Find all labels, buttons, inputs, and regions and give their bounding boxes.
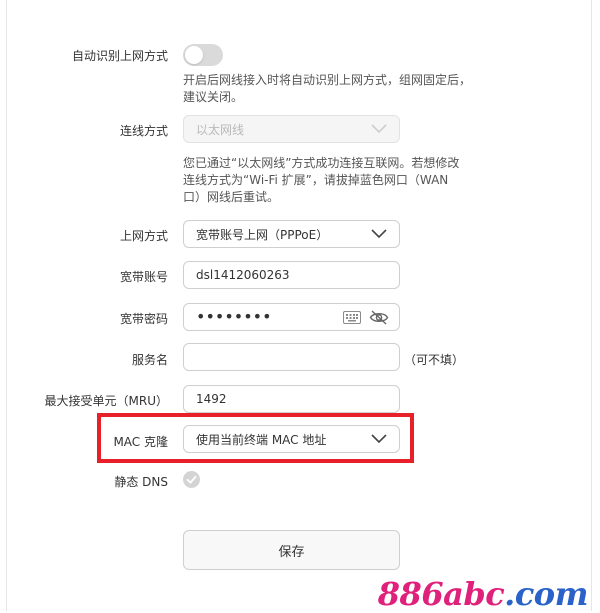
toggle-knob (185, 46, 203, 64)
connection-mode-label: 连线方式 (119, 124, 168, 138)
connection-mode-hint-line2: 连线方式为“Wi-Fi 扩展”，请拔掉蓝色网口（WAN (183, 173, 449, 187)
auto-detect-label: 自动识别上网方式 (71, 49, 168, 63)
internet-mode-select[interactable]: 宽带账号上网（PPPoE） (183, 220, 400, 248)
broadband-password-label: 宽带密码 (119, 312, 168, 326)
connection-mode-hint: 您已通过“以太网线”方式成功连接互联网。若想修改 连线方式为“Wi-Fi 扩展”… (183, 155, 483, 206)
auto-detect-hint-line1: 开启后网线接入时将自动识别上网方式，组网固定后， (183, 73, 472, 87)
highlight-box (97, 413, 414, 463)
auto-detect-hint: 开启后网线接入时将自动识别上网方式，组网固定后， 建议关闭。 (183, 72, 483, 106)
auto-detect-toggle[interactable] (183, 44, 223, 66)
service-name-input[interactable] (183, 343, 400, 371)
mru-input[interactable]: 1492 (183, 385, 400, 413)
mru-value: 1492 (196, 392, 227, 406)
chevron-down-icon (371, 124, 387, 134)
connection-mode-hint-line3: 口）网线后重试。 (183, 190, 280, 204)
checkmark-icon (186, 475, 197, 484)
password-masked-value: •••••••• (196, 307, 272, 326)
connection-mode-select: 以太网线 (183, 115, 400, 143)
mru-label: 最大接受单元（MRU） (44, 394, 168, 408)
service-name-optional-note: （可不填） (404, 353, 465, 367)
internet-mode-value: 宽带账号上网（PPPoE） (196, 227, 329, 242)
watermark-part1: 886 (377, 575, 444, 613)
connection-mode-value: 以太网线 (196, 122, 245, 137)
broadband-account-label: 宽带账号 (119, 270, 168, 284)
chevron-down-icon (371, 229, 387, 239)
connection-mode-hint-line1: 您已通过“以太网线”方式成功连接互联网。若想修改 (183, 156, 460, 170)
eye-hidden-icon[interactable] (369, 310, 389, 325)
auto-detect-hint-line2: 建议关闭。 (183, 90, 244, 104)
keyboard-icon[interactable] (343, 311, 361, 324)
static-dns-label: 静态 DNS (114, 475, 168, 489)
watermark-part3: .com (504, 575, 588, 613)
static-dns-checkbox[interactable] (183, 471, 200, 488)
internet-mode-label: 上网方式 (119, 229, 168, 243)
service-name-label: 服务名 (131, 353, 168, 367)
broadband-account-value: dsl1412060263 (196, 268, 290, 282)
save-button[interactable]: 保存 (183, 530, 400, 570)
site-watermark: 886abc.com (377, 575, 589, 613)
broadband-password-input[interactable]: •••••••• (183, 303, 400, 331)
broadband-account-input[interactable]: dsl1412060263 (183, 261, 400, 289)
watermark-part2: abc (443, 575, 505, 613)
